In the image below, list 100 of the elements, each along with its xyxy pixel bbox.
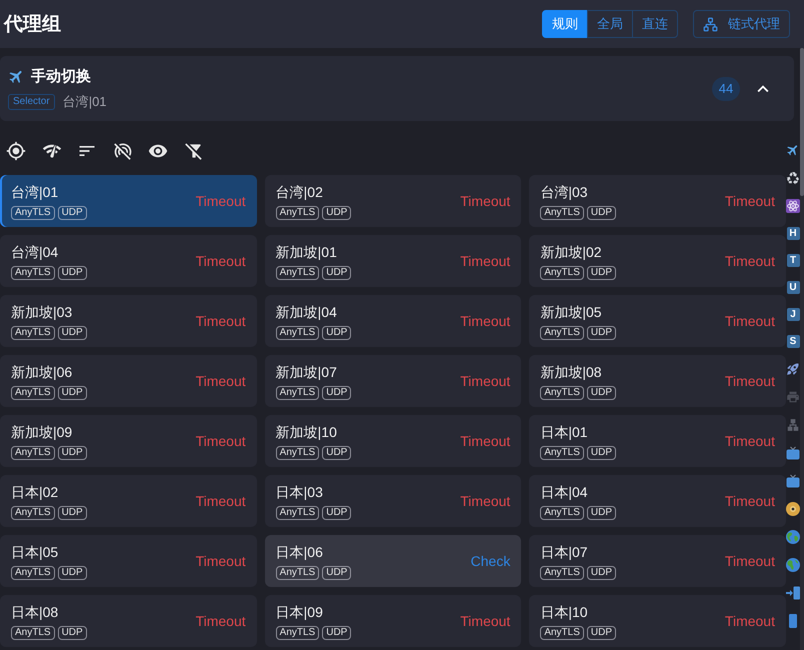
proxy-card[interactable]: 新加坡|04 AnyTLS UDP Timeout	[264, 295, 522, 347]
proxy-tag: UDP	[586, 206, 616, 220]
index-letter[interactable]: S	[786, 335, 800, 348]
proxy-tag: AnyTLS	[540, 506, 584, 520]
proxy-tag: UDP	[322, 566, 352, 580]
proxy-card[interactable]: 日本|10 AnyTLS UDP Timeout	[529, 595, 786, 647]
proxy-card[interactable]: 日本|03 AnyTLS UDP Timeout	[264, 475, 522, 527]
proxy-card[interactable]: 日本|01 AnyTLS UDP Timeout	[529, 415, 786, 467]
proxy-tag: UDP	[58, 446, 87, 460]
hierarchy-icon	[703, 16, 718, 32]
proxy-name: 日本|04	[540, 482, 589, 500]
proxy-card[interactable]: 台湾|01 AnyTLS UDP Timeout	[0, 175, 257, 227]
delay-status[interactable]: Timeout	[724, 253, 775, 269]
delay-status[interactable]: Timeout	[460, 493, 510, 509]
network-icon[interactable]	[786, 418, 800, 432]
arrow-into-box-icon[interactable]	[786, 586, 800, 600]
proxy-card[interactable]: 新加坡|10 AnyTLS UDP Timeout	[264, 415, 522, 467]
proxy-tag: UDP	[58, 326, 87, 340]
atom-icon[interactable]	[786, 199, 800, 213]
group-type-tag: Selector	[8, 94, 55, 110]
delay-status[interactable]: Timeout	[724, 373, 775, 389]
proxy-card[interactable]: 日本|04 AnyTLS UDP Timeout	[529, 475, 786, 527]
delay-status[interactable]: Timeout	[724, 193, 775, 209]
signal-off-icon[interactable]	[112, 141, 132, 161]
delay-status[interactable]: Check	[470, 553, 510, 569]
delay-status[interactable]: Timeout	[196, 613, 246, 629]
proxy-card[interactable]: 新加坡|06 AnyTLS UDP Timeout	[0, 355, 257, 407]
delay-status[interactable]: Timeout	[196, 253, 246, 269]
scrollbar[interactable]	[800, 48, 804, 650]
proxy-name: 日本|06	[276, 542, 324, 560]
proxy-tag: UDP	[586, 386, 616, 400]
proxy-tag: UDP	[322, 506, 352, 520]
proxy-name: 台湾|02	[276, 182, 324, 200]
proxy-name: 日本|03	[276, 482, 324, 500]
proxy-tag: AnyTLS	[540, 266, 584, 280]
delay-status[interactable]: Timeout	[460, 193, 510, 209]
proxy-card[interactable]: 台湾|04 AnyTLS UDP Timeout	[0, 235, 257, 287]
delay-status[interactable]: Timeout	[460, 373, 510, 389]
mode-tab[interactable]: 直连	[632, 10, 678, 38]
index-letter[interactable]: J	[786, 308, 800, 321]
proxy-name: 新加坡|03	[11, 302, 74, 320]
delay-status[interactable]: Timeout	[460, 613, 510, 629]
proxy-card[interactable]: 日本|07 AnyTLS UDP Timeout	[529, 535, 786, 587]
proxy-card[interactable]: 新加坡|07 AnyTLS UDP Timeout	[264, 355, 522, 407]
delay-status[interactable]: Timeout	[724, 613, 775, 629]
mode-tab[interactable]: 全局	[587, 10, 633, 38]
rocket-icon[interactable]	[786, 362, 800, 376]
proxy-card[interactable]: 新加坡|05 AnyTLS UDP Timeout	[529, 295, 786, 347]
tv-icon[interactable]	[786, 446, 800, 460]
proxy-name: 日本|02	[11, 482, 60, 500]
proxy-card[interactable]: 新加坡|02 AnyTLS UDP Timeout	[529, 235, 786, 287]
proxy-count: 44	[712, 76, 740, 100]
delay-status[interactable]: Timeout	[460, 253, 510, 269]
index-letter[interactable]: T	[786, 254, 800, 267]
proxy-card[interactable]: 日本|08 AnyTLS UDP Timeout	[0, 595, 257, 647]
proxy-card[interactable]: 新加坡|03 AnyTLS UDP Timeout	[0, 295, 257, 347]
delay-status[interactable]: Timeout	[724, 313, 775, 329]
proxy-tag: UDP	[586, 506, 616, 520]
proxy-tag: UDP	[58, 266, 87, 280]
delay-status[interactable]: Timeout	[196, 373, 246, 389]
filter-off-icon[interactable]	[184, 141, 204, 161]
delay-status[interactable]: Timeout	[196, 493, 246, 509]
proxy-name: 新加坡|05	[540, 302, 603, 320]
delay-status[interactable]: Timeout	[460, 313, 510, 329]
proxy-card[interactable]: 日本|09 AnyTLS UDP Timeout	[264, 595, 522, 647]
globe-icon[interactable]	[786, 530, 800, 544]
proxy-card[interactable]: 日本|02 AnyTLS UDP Timeout	[0, 475, 257, 527]
proxy-card[interactable]: 台湾|02 AnyTLS UDP Timeout	[264, 175, 522, 227]
proxy-name: 台湾|03	[540, 182, 589, 200]
delay-status[interactable]: Timeout	[196, 433, 246, 449]
proxy-card[interactable]: 台湾|03 AnyTLS UDP Timeout	[529, 175, 786, 227]
delay-status[interactable]: Timeout	[460, 433, 510, 449]
proxy-card[interactable]: 新加坡|09 AnyTLS UDP Timeout	[0, 415, 257, 467]
panel-icon[interactable]	[786, 614, 800, 628]
delay-status[interactable]: Timeout	[196, 553, 246, 569]
proxy-tag: UDP	[586, 326, 616, 340]
proxy-tag: AnyTLS	[276, 386, 320, 400]
delay-status[interactable]: Timeout	[724, 433, 775, 449]
proxy-tag: UDP	[322, 446, 352, 460]
scrollbar-thumb[interactable]	[800, 48, 804, 196]
proxy-card[interactable]: 新加坡|08 AnyTLS UDP Timeout	[529, 355, 786, 407]
proxy-card[interactable]: 日本|06 AnyTLS UDP Check	[264, 535, 522, 587]
proxy-card[interactable]: 新加坡|01 AnyTLS UDP Timeout	[264, 235, 522, 287]
proxy-tag: UDP	[58, 566, 87, 580]
index-letter[interactable]: H	[786, 227, 800, 240]
proxy-name: 新加坡|08	[540, 362, 603, 380]
delay-status[interactable]: Timeout	[724, 493, 775, 509]
mode-tab[interactable]: 规则	[542, 10, 588, 38]
proxy-name: 新加坡|06	[11, 362, 74, 380]
disc-icon[interactable]	[786, 502, 800, 516]
delay-status[interactable]: Timeout	[724, 553, 775, 569]
crosshair-icon[interactable]	[6, 141, 26, 161]
tv-icon[interactable]	[786, 474, 800, 488]
index-letter[interactable]: U	[786, 281, 800, 294]
proxy-card[interactable]: 日本|05 AnyTLS UDP Timeout	[0, 535, 257, 587]
globe-icon[interactable]	[786, 558, 800, 572]
delay-status[interactable]: Timeout	[196, 313, 246, 329]
chain-proxy-button[interactable]: 链式代理	[693, 10, 790, 38]
group-card[interactable]: 手动切换 Selector 台湾|01 44	[0, 56, 794, 121]
recycle-icon[interactable]	[786, 171, 800, 185]
